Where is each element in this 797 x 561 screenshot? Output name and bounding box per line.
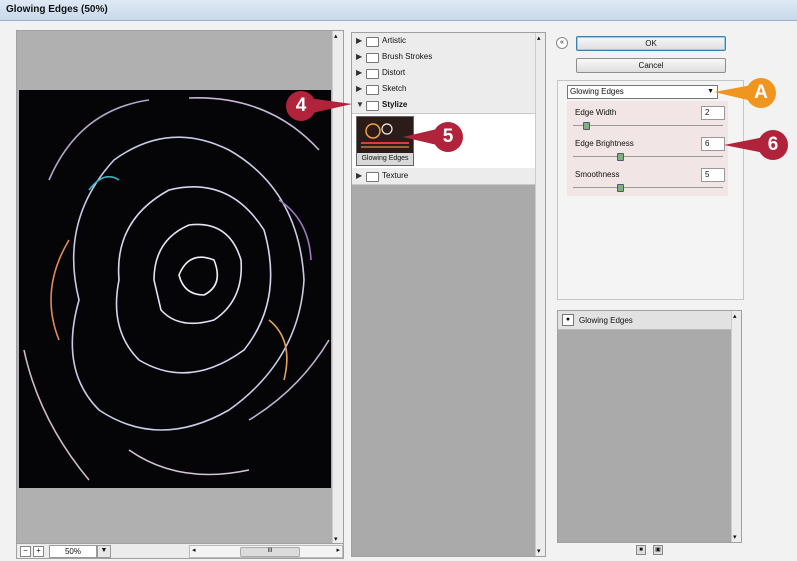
category-label: Texture — [382, 171, 409, 180]
category-label: Stylize — [382, 100, 408, 109]
folder-open-icon — [366, 101, 379, 111]
zoom-in-button[interactable]: + — [33, 546, 44, 557]
slider-knob[interactable] — [617, 184, 624, 192]
category-label: Artistic — [382, 36, 406, 45]
filter-select[interactable]: Glowing Edges ▼ — [567, 85, 718, 99]
folder-icon — [366, 37, 379, 47]
scroll-up-arrow-icon[interactable]: ▴ — [537, 34, 541, 42]
effect-layers-panel: ● Glowing Edges ▴ ▾ — [557, 310, 742, 543]
ok-button[interactable]: OK — [576, 36, 726, 51]
callout-badge: 6 — [758, 130, 788, 160]
expand-arrow-icon[interactable]: ▶ — [356, 52, 362, 61]
slider-knob[interactable] — [583, 122, 590, 130]
callout-badge: 4 — [286, 91, 316, 121]
delete-effect-layer-icon[interactable]: ▣ — [653, 545, 663, 555]
category-label: Distort — [382, 68, 406, 77]
zoom-out-button[interactable]: − — [20, 546, 31, 557]
scroll-thumb[interactable]: III — [240, 547, 300, 557]
filter-select-value: Glowing Edges — [570, 87, 624, 96]
zoom-level-field[interactable]: 50% — [49, 545, 97, 558]
scroll-down-arrow-icon[interactable]: ▾ — [537, 547, 541, 555]
expand-arrow-icon[interactable]: ▶ — [356, 36, 362, 45]
scroll-right-arrow-icon[interactable]: ▸ — [336, 546, 340, 554]
preview-bottom-bar: − + 50% ▼ ◂ III ▸ — [16, 543, 344, 559]
folder-icon — [366, 85, 379, 95]
cancel-button[interactable]: Cancel — [576, 58, 726, 73]
folder-icon — [366, 53, 379, 63]
callout-badge: 5 — [433, 122, 463, 152]
effect-layer-row[interactable]: ● Glowing Edges — [558, 311, 731, 330]
category-label: Brush Strokes — [382, 52, 433, 61]
edge-width-slider[interactable] — [573, 122, 723, 130]
collapse-gallery-button[interactable]: « — [556, 37, 568, 49]
scroll-down-arrow-icon[interactable]: ▾ — [733, 533, 737, 541]
effect-layer-label: Glowing Edges — [579, 316, 633, 325]
eye-visibility-icon[interactable]: ● — [562, 314, 574, 326]
preview-image[interactable] — [19, 90, 331, 488]
edge-width-label: Edge Width — [575, 108, 617, 117]
expand-arrow-icon[interactable]: ▶ — [356, 171, 362, 180]
category-sketch[interactable]: ▶ Sketch — [352, 81, 535, 98]
scroll-down-arrow-icon[interactable]: ▾ — [334, 535, 338, 543]
filter-tree-scrollbar[interactable]: ▴ ▾ — [535, 33, 545, 556]
category-artistic[interactable]: ▶ Artistic — [352, 33, 535, 50]
category-label: Sketch — [382, 84, 407, 93]
smoothness-label: Smoothness — [575, 170, 620, 179]
glowing-edges-artwork — [23, 97, 330, 481]
layers-scrollbar[interactable]: ▴ ▾ — [731, 311, 741, 542]
folder-icon — [366, 69, 379, 79]
expand-arrow-icon[interactable]: ▶ — [356, 68, 362, 77]
edge-brightness-slider[interactable] — [573, 153, 723, 161]
scroll-up-arrow-icon[interactable]: ▴ — [733, 312, 737, 320]
preview-horizontal-scrollbar[interactable]: ◂ III ▸ — [189, 545, 343, 558]
category-texture[interactable]: ▶ Texture — [352, 168, 535, 185]
edge-brightness-label: Edge Brightness — [575, 139, 634, 148]
scroll-up-arrow-icon[interactable]: ▴ — [334, 32, 338, 40]
zoom-dropdown-icon[interactable]: ▼ — [97, 545, 111, 558]
scroll-left-arrow-icon[interactable]: ◂ — [192, 546, 196, 554]
category-brush-strokes[interactable]: ▶ Brush Strokes — [352, 49, 535, 66]
new-effect-layer-icon[interactable]: ■ — [636, 545, 646, 555]
folder-icon — [366, 172, 379, 182]
callout-badge: A — [746, 78, 776, 108]
window-title: Glowing Edges (50%) — [6, 4, 108, 15]
smoothness-field[interactable]: 5 — [701, 168, 725, 182]
category-distort[interactable]: ▶ Distort — [352, 65, 535, 82]
smoothness-slider[interactable] — [573, 184, 723, 192]
slider-knob[interactable] — [617, 153, 624, 161]
filter-tree: ▶ Artistic ▶ Brush Strokes ▶ Distort ▶ S… — [351, 32, 546, 557]
filter-thumbnail-label: Glowing Edges — [357, 153, 413, 165]
title-bar: Glowing Edges (50%) — [0, 0, 797, 21]
filter-gallery-window: Glowing Edges (50%) ▴ ▾ − + 50% ▼ ◂ III … — [0, 0, 797, 561]
category-stylize[interactable]: ▼ Stylize — [352, 97, 535, 114]
